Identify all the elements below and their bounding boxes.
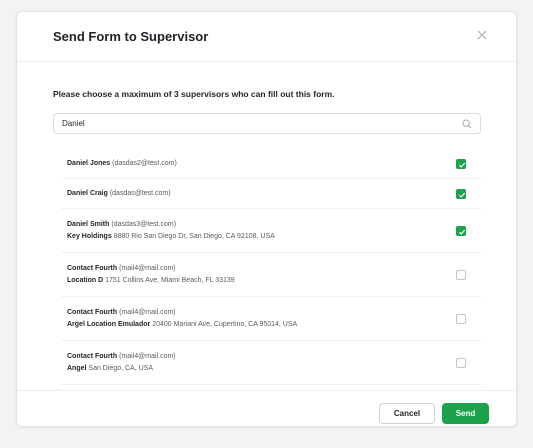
supervisor-email: (mail4@mail.com) <box>119 265 176 272</box>
supervisor-email: (mail4@mail.com) <box>119 353 176 360</box>
supervisor-email: (dasdas@test.com) <box>109 190 171 197</box>
send-button[interactable]: Send <box>442 403 489 424</box>
supervisor-row-daniel-craig[interactable]: Daniel Craig (dasdas@test.com) <box>61 179 481 209</box>
supervisor-checkbox[interactable] <box>456 189 466 199</box>
search-input[interactable] <box>62 114 442 133</box>
supervisor-name: Daniel Jones <box>67 160 111 167</box>
supervisor-checkbox[interactable] <box>456 226 466 236</box>
supervisor-row-contact-fourth-location-d[interactable]: Contact Fourth (mail4@mail.com) Location… <box>61 253 481 297</box>
supervisor-row-daniel-jones[interactable]: Daniel Jones (dasdas2@test.com) <box>61 149 481 179</box>
cancel-button[interactable]: Cancel <box>379 403 435 424</box>
check-icon <box>458 229 466 235</box>
supervisor-list: Daniel Jones (dasdas2@test.com) Daniel C… <box>61 149 481 385</box>
supervisor-checkbox[interactable] <box>456 358 466 368</box>
supervisor-row-contact-fourth-argel[interactable]: Contact Fourth (mail4@mail.com) Argel Lo… <box>61 297 481 341</box>
supervisor-name: Contact Fourth <box>67 265 118 272</box>
supervisor-name: Contact Fourth <box>67 353 118 360</box>
location-name: Angel <box>67 365 87 372</box>
location-address: 20400 Mariani Ave, Cupertino, CA 95014, … <box>152 321 298 328</box>
location-address: San Diego, CA, USA <box>88 365 153 372</box>
supervisor-row-contact-fourth-angel[interactable]: Contact Fourth (mail4@mail.com) Angel Sa… <box>61 341 481 385</box>
close-button[interactable] <box>474 27 490 43</box>
supervisor-name: Contact Fourth <box>67 309 118 316</box>
supervisor-checkbox[interactable] <box>456 159 466 169</box>
supervisor-checkbox[interactable] <box>456 314 466 324</box>
check-icon <box>458 162 466 168</box>
close-icon <box>477 30 487 40</box>
supervisor-row-daniel-smith[interactable]: Daniel Smith (dasdas3@test.com) Key Hold… <box>61 209 481 253</box>
modal-footer: Cancel Send <box>17 390 516 426</box>
modal-header: Send Form to Supervisor <box>17 12 516 62</box>
supervisor-email: (mail4@mail.com) <box>119 309 176 316</box>
instruction-text: Please choose a maximum of 3 supervisors… <box>53 89 335 99</box>
supervisor-name: Daniel Craig <box>67 190 108 197</box>
location-name: Location D <box>67 277 104 284</box>
search-box <box>53 113 481 134</box>
supervisor-checkbox[interactable] <box>456 270 466 280</box>
modal-title: Send Form to Supervisor <box>53 29 209 44</box>
search-icon <box>462 119 472 129</box>
location-name: Key Holdings <box>67 233 112 240</box>
location-name: Argel Location Emulador <box>67 321 151 328</box>
supervisor-email: (dasdas3@test.com) <box>111 221 177 228</box>
location-address: 8880 Rio San Diego Dr, San Diego, CA 921… <box>113 233 275 240</box>
check-icon <box>458 192 466 198</box>
send-form-modal: Send Form to Supervisor Please choose a … <box>16 11 517 427</box>
supervisor-name: Daniel Smith <box>67 221 110 228</box>
supervisor-email: (dasdas2@test.com) <box>112 160 177 167</box>
location-address: 1751 Collins Ave, Miami Beach, FL 33139 <box>105 277 235 284</box>
